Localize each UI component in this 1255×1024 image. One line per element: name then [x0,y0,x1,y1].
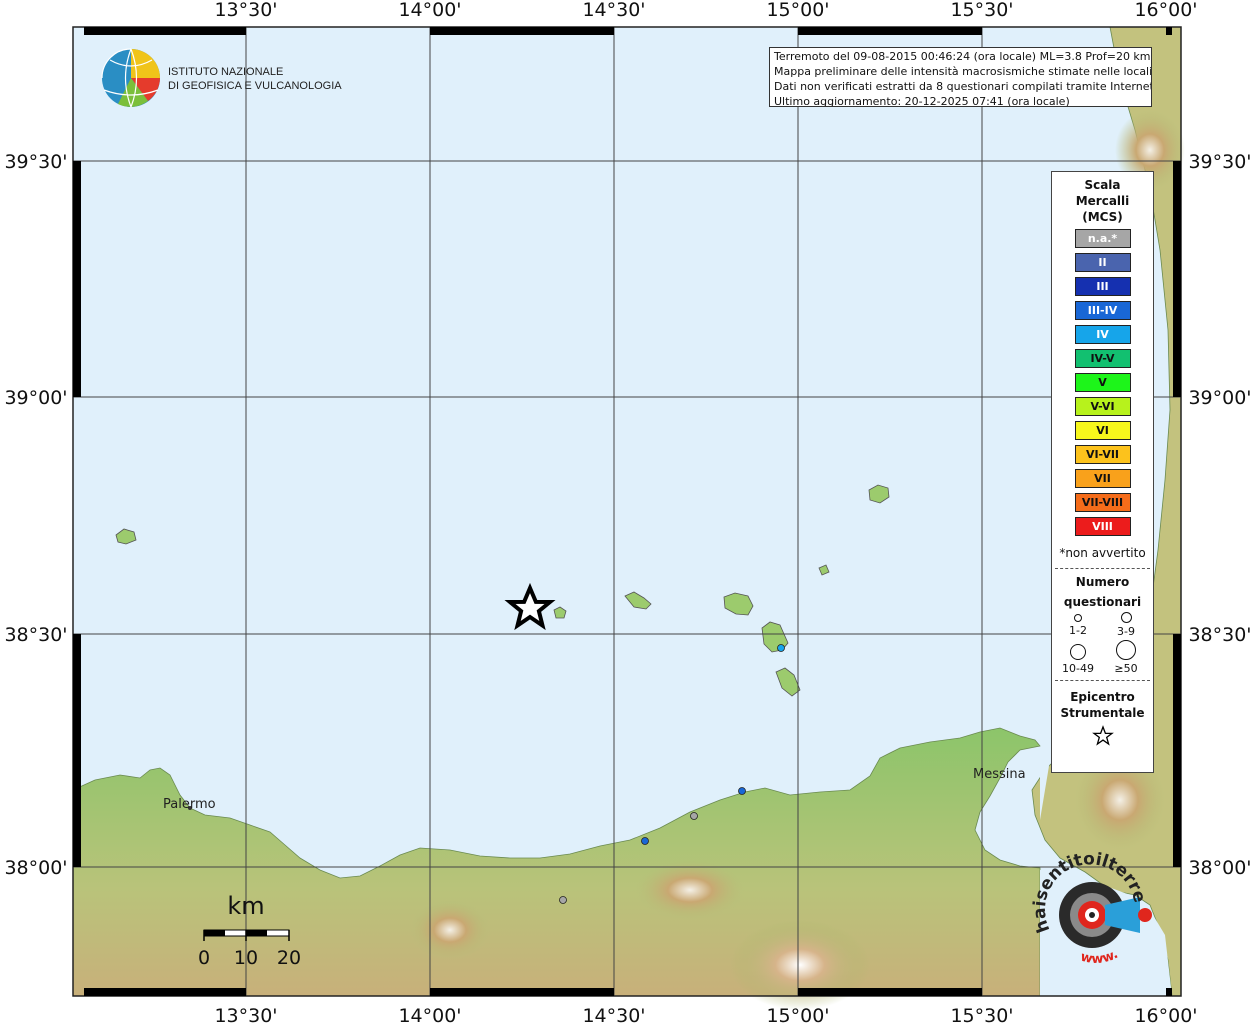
legend-divider-2 [1055,680,1150,681]
count-item-large: 10-49 [1054,644,1102,675]
mcs-scale-item: VI [1074,421,1131,440]
tick-bottom-2: 14°00' [398,1005,461,1024]
count-item-xlarge: ≥50 [1102,640,1150,675]
axis-labels-top: 13°30' 14°00' 14°30' 15°00' 15°30' 16°00… [214,0,1197,21]
mcs-scale-item: n.a.* [1074,229,1131,248]
legend-title: Scala Mercalli (MCS) [1052,177,1153,225]
tick-bottom-6: 16°00' [1134,1005,1197,1024]
event-info-line-1: Terremoto del 09-08-2015 00:46:24 (ora l… [774,50,1151,63]
count-title-line-2: questionari [1063,595,1142,609]
mcs-scale-item: VII [1074,469,1131,488]
circle-large-icon [1070,644,1086,660]
tick-left-4: 38°00' [4,857,67,879]
scale-bar-label-0: 0 [198,947,210,969]
tick-top-4: 15°00' [766,0,829,21]
logo-line-1: ISTITUTO NAZIONALE [168,66,283,78]
scale-bar-unit: km [227,892,264,920]
tick-top-2: 14°00' [398,0,461,21]
event-info-line-3: Dati non verificati estratti da 8 questi… [774,80,1152,93]
legend-panel: Scala Mercalli (MCS) n.a.* II III III-IV IV I… [1051,171,1154,773]
tick-right-4: 38°00' [1188,857,1251,879]
mcs-scale-item: VI-VII [1074,445,1131,464]
mcs-scale-item: II [1074,253,1131,272]
count-label-4: ≥50 [1114,662,1138,675]
observation-dot [777,644,785,652]
legend-footnote: *non avvertito [1059,546,1146,560]
mcs-scale-item: V [1074,373,1131,392]
tick-top-3: 14°30' [582,0,645,21]
tick-top-1: 13°30' [214,0,277,21]
count-label-2: 3-9 [1117,625,1135,638]
event-info-line-4: Ultimo aggiornamento: 20-12-2025 07:41 (… [774,95,1070,107]
mcs-scale-item: IV-V [1074,349,1131,368]
count-legend: 1-2 3-9 10-49 ≥50 [1052,612,1153,675]
relief-nebrodi [635,860,745,920]
count-title: Numero questionari [1052,572,1153,612]
legend-divider [1055,568,1150,569]
place-palermo: Palermo [163,797,216,812]
legend-title-line-1: Scala [1084,178,1121,192]
axis-labels-left: 39°30' 39°00' 38°30' 38°00' [4,151,67,879]
place-messina: Messina [973,767,1026,782]
tick-top-6: 16°00' [1134,0,1197,21]
tick-bottom-5: 15°30' [950,1005,1013,1024]
axis-labels-bottom: 13°30' 14°00' 14°30' 15°00' 15°30' 16°00… [214,1005,1197,1024]
tick-left-1: 39°30' [4,151,67,173]
tick-right-2: 39°00' [1188,387,1251,409]
scale-bar-label-20: 20 [277,947,301,969]
epicenter-title-line-1: Epicentro [1070,690,1135,704]
event-info-box: Terremoto del 09-08-2015 00:46:24 (ora l… [769,47,1152,107]
tick-left-2: 39°00' [4,387,67,409]
observation-dot [641,837,649,845]
mcs-scale-list: n.a.* II III III-IV IV IV-V V V-VI VI VI-VII VII VI… [1052,229,1153,536]
legend-star-icon [1052,725,1153,751]
count-label-3: 10-49 [1062,662,1094,675]
event-info-line-2: Mappa preliminare delle intensità macros… [774,65,1152,78]
mcs-scale-item: IV [1074,325,1131,344]
circle-xlarge-icon [1116,640,1136,660]
mcs-scale-item: III-IV [1074,301,1131,320]
mcs-scale-item: VIII [1074,517,1131,536]
count-item-small: 1-2 [1054,614,1102,637]
count-item-medium: 3-9 [1102,612,1150,638]
scale-bar-label-10: 10 [234,947,258,969]
relief-madonie [410,900,490,960]
axis-labels-right: 39°30' 39°00' 38°30' 38°00' [1188,151,1251,879]
legend-title-line-2: Mercalli [1075,194,1130,208]
tick-right-3: 38°30' [1188,624,1251,646]
tick-bottom-4: 15°00' [766,1005,829,1024]
tick-bottom-1: 13°30' [214,1005,277,1024]
count-label-1: 1-2 [1069,624,1087,637]
count-title-line-1: Numero [1075,575,1130,589]
tick-left-3: 38°30' [4,624,67,646]
observation-dot [690,812,698,820]
circle-medium-icon [1120,612,1132,623]
observation-dot [559,896,567,904]
mcs-scale-item: VII-VIII [1074,493,1131,512]
mcs-scale-item: III [1074,277,1131,296]
circle-small-icon [1074,614,1082,622]
tick-top-5: 15°30' [950,0,1013,21]
tick-bottom-3: 14°30' [582,1005,645,1024]
epicenter-title: Epicentro Strumentale [1052,689,1153,721]
legend-title-line-3: (MCS) [1082,210,1123,224]
logo-line-2: DI GEOFISICA E VULCANOLOGIA [168,80,342,92]
mcs-scale-item: V-VI [1074,397,1131,416]
epicenter-title-line-2: Strumentale [1060,706,1145,720]
observation-dot [738,787,746,795]
tick-right-1: 39°30' [1188,151,1251,173]
